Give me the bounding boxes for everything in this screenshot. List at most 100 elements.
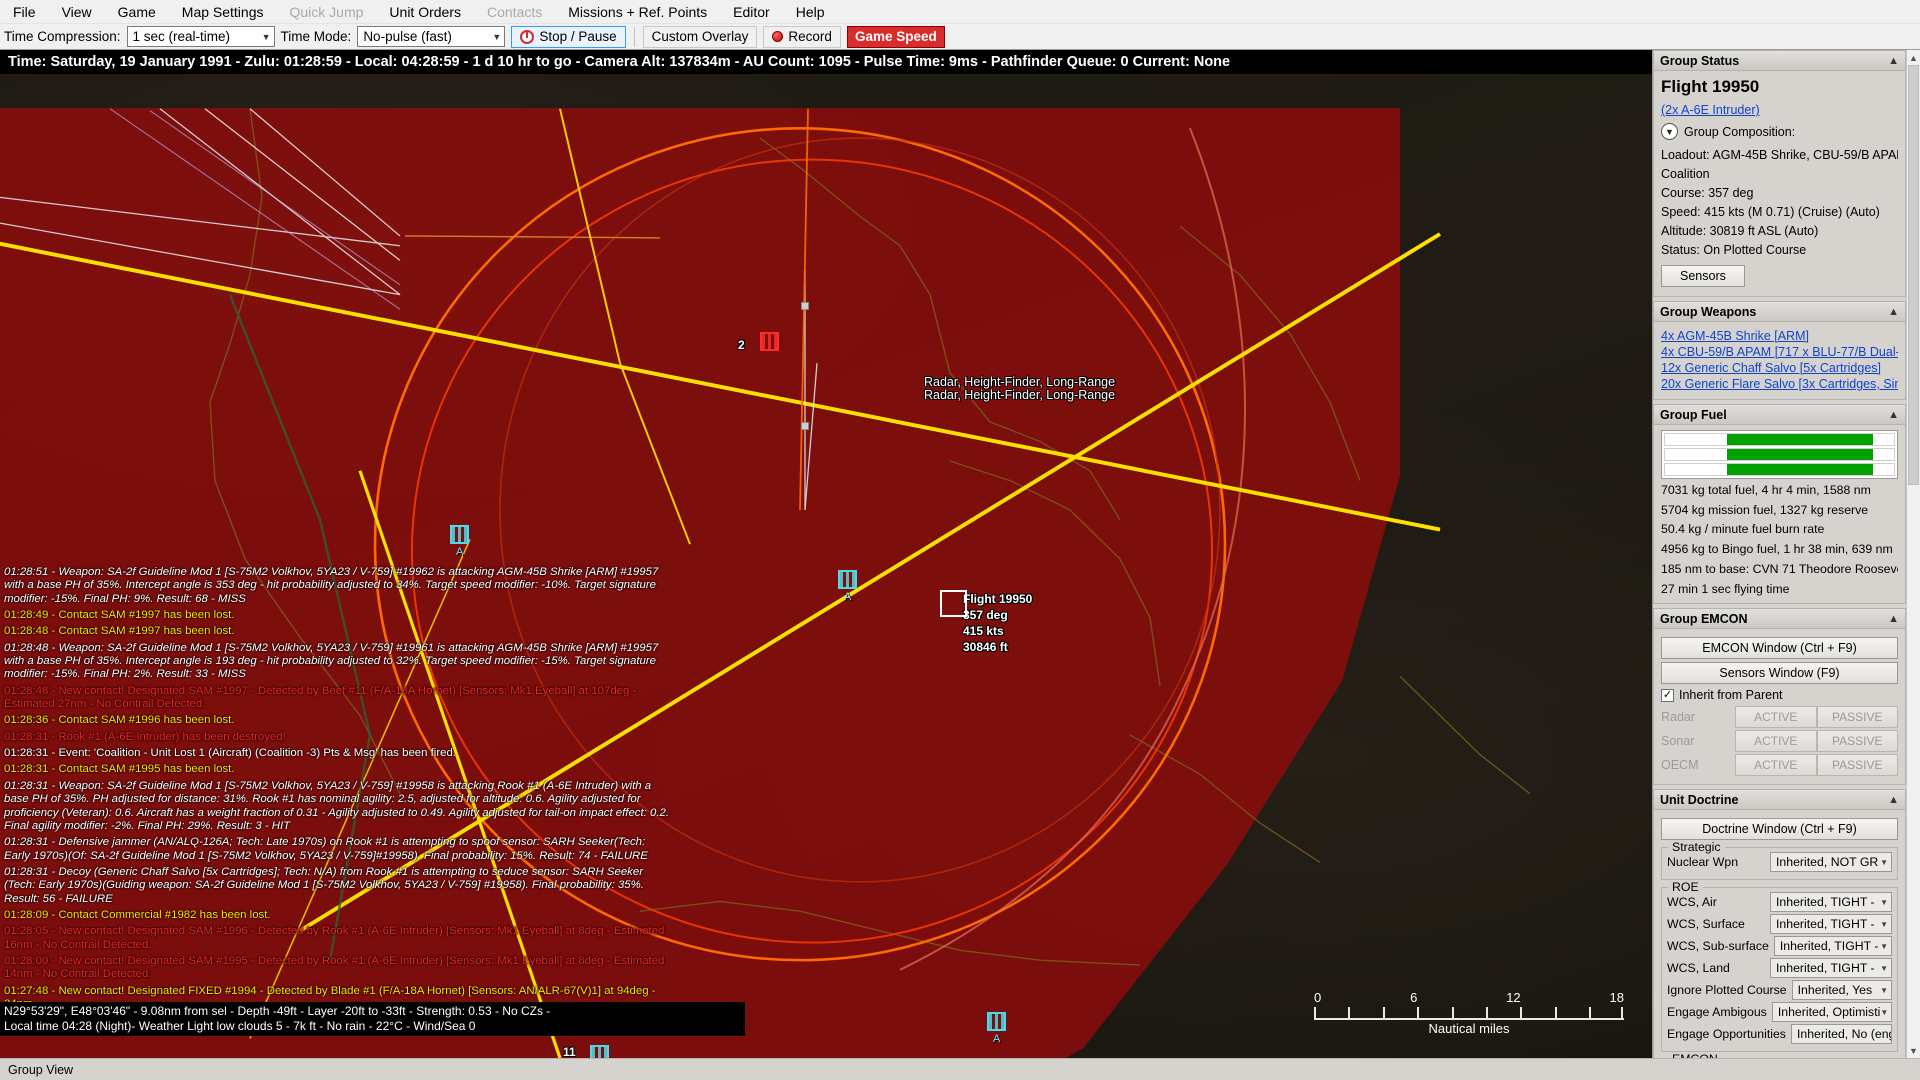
group-fuel-header[interactable]: Group Fuel ▲ bbox=[1654, 405, 1905, 425]
weapon-item[interactable]: 4x AGM-45B Shrike [ARM] bbox=[1661, 329, 1898, 343]
unit-marker-air[interactable] bbox=[450, 525, 469, 544]
menu-item-help[interactable]: Help bbox=[783, 2, 838, 22]
inherit-from-parent-label: Inherit from Parent bbox=[1679, 688, 1783, 703]
group-status-title: Group Status bbox=[1660, 53, 1740, 68]
record-button[interactable]: Record bbox=[763, 25, 841, 48]
doctrine-row-wcs-land: WCS, Land Inherited, TIGHT - ▼ bbox=[1667, 958, 1892, 979]
log-entry: 01:28:00 - New contact! Designated SAM #… bbox=[4, 954, 665, 981]
nuclear-wpn-select[interactable]: Inherited, NOT GR ▼ bbox=[1770, 852, 1892, 873]
emcon-sonar-passive-button[interactable]: PASSIVE bbox=[1816, 730, 1898, 753]
group-emcon-header[interactable]: Group EMCON ▲ bbox=[1654, 609, 1905, 630]
time-compression-select[interactable]: 1 sec (real-time) ▼ bbox=[126, 26, 275, 47]
emcon-oecm-passive-button[interactable]: PASSIVE bbox=[1816, 754, 1898, 777]
emcon-doctrine-legend: EMCON bbox=[1668, 1052, 1722, 1058]
group-weapons-header[interactable]: Group Weapons ▲ bbox=[1654, 302, 1905, 322]
record-icon bbox=[772, 31, 784, 42]
menu-item-file[interactable]: File bbox=[0, 2, 49, 22]
wcs-air-select[interactable]: Inherited, TIGHT - ▼ bbox=[1770, 892, 1892, 913]
chevron-down-icon: ▼ bbox=[1880, 941, 1888, 951]
contact-sam-marker[interactable] bbox=[760, 332, 779, 351]
emcon-oecm-active-button[interactable]: ACTIVE bbox=[1735, 754, 1817, 777]
ignore-plotted-course-select[interactable]: Inherited, Yes ▼ bbox=[1791, 980, 1892, 1001]
chevron-up-icon[interactable]: ▲ bbox=[1888, 794, 1899, 806]
scroll-down-icon[interactable]: ▼ bbox=[1907, 1043, 1920, 1058]
doctrine-row-nuclear: Nuclear Wpn Inherited, NOT GR ▼ bbox=[1667, 852, 1892, 873]
sensors-button[interactable]: Sensors bbox=[1661, 265, 1745, 287]
doctrine-row-wcs-subsurface: WCS, Sub-surface Inherited, TIGHT - ▼ bbox=[1667, 936, 1892, 957]
unit-marker-air[interactable] bbox=[987, 1012, 1006, 1031]
time-compression-value: 1 sec (real-time) bbox=[132, 29, 231, 44]
scrollbar-thumb[interactable] bbox=[1908, 65, 1919, 485]
menu-item-map-settings[interactable]: Map Settings bbox=[169, 2, 277, 22]
chevron-down-circle-icon[interactable]: ▼ bbox=[1661, 123, 1678, 140]
menu-item-view[interactable]: View bbox=[49, 2, 105, 22]
menu-item-unit-orders[interactable]: Unit Orders bbox=[376, 2, 474, 22]
wcs-subsurface-value: Inherited, TIGHT - bbox=[1779, 939, 1879, 954]
emcon-radar-passive-button[interactable]: PASSIVE bbox=[1816, 706, 1898, 729]
chevron-up-icon[interactable]: ▲ bbox=[1888, 306, 1899, 318]
course-text: Course: 357 deg bbox=[1661, 186, 1754, 200]
unit-doctrine-header[interactable]: Unit Doctrine ▲ bbox=[1654, 790, 1905, 811]
stop-pause-button[interactable]: Stop / Pause bbox=[511, 25, 626, 48]
engage-ambiguous-select[interactable]: Inherited, Optimisti ▼ bbox=[1771, 1002, 1892, 1023]
selected-unit-altitude: 30846 ft bbox=[963, 640, 1008, 654]
emcon-sonar-active-button[interactable]: ACTIVE bbox=[1735, 730, 1817, 753]
chevron-down-icon: ▼ bbox=[1880, 963, 1888, 973]
chevron-down-icon: ▼ bbox=[1880, 1007, 1889, 1017]
sensors-window-button[interactable]: Sensors Window (F9) bbox=[1661, 662, 1898, 685]
group-composition-link[interactable]: (2x A-6E Intruder) bbox=[1661, 103, 1898, 117]
wcs-subsurface-select[interactable]: Inherited, TIGHT - ▼ bbox=[1773, 936, 1892, 957]
time-mode-value: No-pulse (fast) bbox=[363, 29, 452, 44]
time-mode-select[interactable]: No-pulse (fast) ▼ bbox=[357, 26, 506, 47]
emcon-radar-active-button[interactable]: ACTIVE bbox=[1735, 706, 1817, 729]
nuclear-wpn-label: Nuclear Wpn bbox=[1667, 855, 1739, 870]
log-entry: 01:28:49 - Contact SAM #1997 has been lo… bbox=[4, 609, 235, 622]
scroll-up-icon[interactable]: ▲ bbox=[1907, 50, 1920, 65]
weapon-item[interactable]: 4x CBU-59/B APAM [717 x BLU-77/B Dual-Pu… bbox=[1661, 345, 1898, 359]
scale-tick-18: 18 bbox=[1609, 990, 1624, 1005]
log-entry: 01:28:31 - Event: 'Coalition - Unit Lost… bbox=[4, 747, 456, 760]
menu-item-missions-ref-points[interactable]: Missions + Ref. Points bbox=[555, 2, 720, 22]
emcon-sonar-label: Sonar bbox=[1661, 734, 1695, 749]
strategic-fieldset: Strategic Nuclear Wpn Inherited, NOT GR … bbox=[1661, 840, 1898, 881]
engage-opportunities-label: Engage Opportunities bbox=[1667, 1027, 1786, 1042]
unit-marker-air[interactable] bbox=[590, 1045, 609, 1058]
inherit-from-parent-row[interactable]: ✓ Inherit from Parent bbox=[1661, 688, 1898, 702]
log-entry: 01:28:48 - Contact SAM #1997 has been lo… bbox=[4, 625, 235, 638]
checkbox-checked-icon[interactable]: ✓ bbox=[1661, 688, 1674, 702]
engage-opportunities-select[interactable]: Inherited, No (enga ▼ bbox=[1790, 1024, 1892, 1045]
wcs-land-select[interactable]: Inherited, TIGHT - ▼ bbox=[1770, 958, 1892, 979]
chevron-up-icon[interactable]: ▲ bbox=[1888, 55, 1899, 67]
weapon-item[interactable]: 12x Generic Chaff Salvo [5x Cartridges] bbox=[1661, 361, 1898, 375]
waypoint-marker[interactable] bbox=[801, 302, 809, 310]
chevron-up-icon[interactable]: ▲ bbox=[1888, 613, 1899, 625]
tactical-map[interactable]: Time: Saturday, 19 January 1991 - Zulu: … bbox=[0, 50, 1652, 1058]
emcon-row-radar: Radar ACTIVE PASSIVE bbox=[1661, 706, 1898, 729]
engage-ambiguous-label: Engage Ambigous bbox=[1667, 1005, 1767, 1020]
game-speed-label: Game Speed bbox=[854, 29, 937, 44]
fuel-line: 5704 kg mission fuel, 1327 kg reserve bbox=[1661, 502, 1869, 517]
message-log[interactable]: 01:28:51 - Weapon: SA-2f Guideline Mod 1… bbox=[4, 566, 674, 1014]
sidebar-scroll-area: Group Status ▲ Flight 19950 (2x A-6E Int… bbox=[1653, 50, 1920, 1058]
weapon-item[interactable]: 20x Generic Flare Salvo [3x Cartridges, … bbox=[1661, 377, 1898, 391]
sidebar-scrollbar[interactable]: ▲ ▼ bbox=[1906, 50, 1920, 1058]
group-status-panel: Group Status ▲ Flight 19950 (2x A-6E Int… bbox=[1653, 50, 1906, 297]
unit-marker-air[interactable] bbox=[838, 570, 857, 589]
custom-overlay-button[interactable]: Custom Overlay bbox=[642, 25, 758, 48]
doctrine-window-button[interactable]: Doctrine Window (Ctrl + F9) bbox=[1661, 818, 1898, 841]
group-emcon-panel: Group EMCON ▲ EMCON Window (Ctrl + F9) S… bbox=[1653, 608, 1906, 786]
unit-doctrine-title: Unit Doctrine bbox=[1660, 792, 1739, 807]
chevron-up-icon[interactable]: ▲ bbox=[1888, 409, 1899, 421]
group-composition-row[interactable]: ▼ Group Composition: bbox=[1661, 123, 1898, 140]
group-status-header[interactable]: Group Status ▲ bbox=[1654, 51, 1905, 71]
menu-item-game[interactable]: Game bbox=[105, 2, 169, 22]
game-speed-button[interactable]: Game Speed bbox=[846, 25, 945, 48]
waypoint-marker[interactable] bbox=[801, 422, 809, 430]
chevron-down-icon: ▼ bbox=[261, 31, 271, 42]
wcs-air-value: Inherited, TIGHT - bbox=[1776, 895, 1875, 910]
chevron-down-icon: ▼ bbox=[1880, 985, 1888, 995]
selected-unit-highlight[interactable] bbox=[940, 590, 967, 617]
emcon-window-button[interactable]: EMCON Window (Ctrl + F9) bbox=[1661, 637, 1898, 660]
menu-item-editor[interactable]: Editor bbox=[720, 2, 783, 22]
wcs-surface-select[interactable]: Inherited, TIGHT - ▼ bbox=[1770, 914, 1892, 935]
